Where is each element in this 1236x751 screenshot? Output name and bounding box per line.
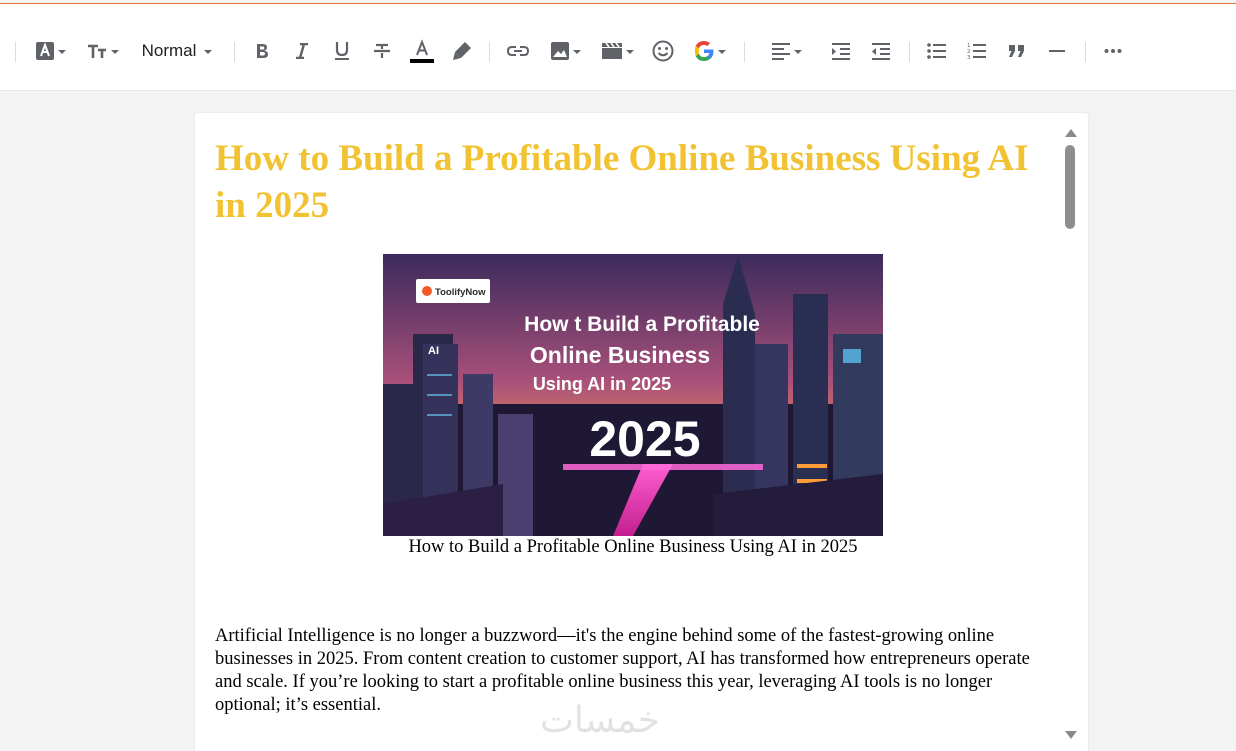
- image-sign-text: AI: [428, 345, 439, 357]
- bold-button[interactable]: [252, 38, 272, 64]
- google-g-icon: [694, 41, 713, 61]
- indent-icon: [832, 43, 850, 60]
- strikethrough-icon: [374, 43, 390, 58]
- bulleted-list-button[interactable]: [926, 38, 948, 64]
- image-caption: How to Build a Profitable Online Busines…: [408, 537, 858, 557]
- link-icon: [507, 46, 529, 56]
- underline-button[interactable]: [332, 38, 352, 64]
- scroll-down-arrow-icon[interactable]: [1065, 731, 1077, 739]
- bulleted-list-icon: [927, 43, 946, 59]
- toolbar-separator: [744, 42, 745, 62]
- insert-image-button[interactable]: [547, 38, 583, 64]
- indent-button[interactable]: [830, 38, 852, 64]
- image-logo-text: ToolifyNow: [435, 287, 486, 298]
- more-horizontal-icon: [1104, 49, 1122, 53]
- chevron-down-icon: [625, 50, 634, 54]
- bold-icon: [257, 44, 268, 58]
- image-headline-line3: Using AI in 2025: [533, 374, 671, 394]
- numbered-list-icon: 123: [967, 43, 986, 60]
- blockquote-button[interactable]: [1006, 38, 1028, 64]
- insert-link-button[interactable]: [506, 38, 530, 64]
- align-left-icon: [771, 43, 790, 60]
- chevron-down-icon: [572, 50, 581, 54]
- outdent-icon: [872, 43, 890, 60]
- align-button[interactable]: [766, 38, 806, 64]
- site-watermark: خمسات: [540, 700, 661, 741]
- emoji-icon: [652, 40, 674, 62]
- chevron-down-icon: [793, 50, 802, 54]
- post-featured-image[interactable]: ToolifyNow AI How t Build a Profitable O…: [383, 254, 883, 536]
- quote-icon: [1009, 45, 1024, 57]
- toolbar-separator: [1085, 42, 1086, 62]
- text-color-icon: [410, 39, 434, 63]
- font-size-button[interactable]: [84, 38, 120, 64]
- chevron-down-icon: [57, 50, 66, 54]
- chevron-down-icon: [110, 50, 119, 54]
- editor-toolbar: Normal 1 2 3: [0, 4, 1236, 91]
- insert-video-button[interactable]: [599, 38, 635, 64]
- video-clapper-icon: [601, 42, 622, 59]
- image-headline-line2: Online Business: [530, 342, 710, 368]
- scroll-up-arrow-icon[interactable]: [1065, 129, 1077, 137]
- insert-emoji-button[interactable]: [651, 38, 675, 64]
- outdent-button[interactable]: [870, 38, 892, 64]
- image-icon: [550, 42, 569, 60]
- highlight-button[interactable]: [450, 38, 474, 64]
- svg-text:3: 3: [967, 55, 971, 60]
- paragraph-format-label: Normal: [141, 41, 197, 60]
- text-color-button[interactable]: [409, 38, 435, 64]
- toolbar-separator: [909, 42, 910, 62]
- horizontal-line-icon: [1049, 50, 1065, 52]
- numbered-list-button[interactable]: 123: [966, 38, 988, 64]
- featured-image-graphic: ToolifyNow AI How t Build a Profitable O…: [383, 254, 883, 536]
- horizontal-rule-button[interactable]: [1046, 38, 1068, 64]
- post-editor-area[interactable]: How to Build a Profitable Online Busines…: [194, 112, 1089, 751]
- google-tools-button[interactable]: [690, 38, 728, 64]
- toolbar-separator: [234, 42, 235, 62]
- text-style-button[interactable]: [32, 38, 68, 64]
- text-style-icon: [35, 42, 54, 60]
- highlighter-icon: [453, 42, 471, 60]
- strikethrough-button[interactable]: [372, 38, 392, 64]
- chevron-down-icon: [204, 50, 213, 54]
- paragraph-format-dropdown[interactable]: Normal: [136, 38, 218, 64]
- italic-button[interactable]: [292, 38, 312, 64]
- toolbar-separator: [15, 42, 16, 62]
- scrollbar-thumb[interactable]: [1065, 145, 1075, 229]
- editor-scrollbar[interactable]: [1061, 123, 1079, 751]
- toolbar-separator: [489, 42, 490, 62]
- more-options-button[interactable]: [1102, 38, 1124, 64]
- font-size-icon: [87, 44, 106, 58]
- post-heading: How to Build a Profitable Online Busines…: [215, 138, 1029, 226]
- underline-icon: [335, 42, 349, 60]
- italic-icon: [296, 43, 308, 59]
- image-headline-line1: How t Build a Profitable: [524, 313, 760, 336]
- chevron-down-icon: [717, 50, 726, 54]
- image-year-text: 2025: [589, 411, 700, 467]
